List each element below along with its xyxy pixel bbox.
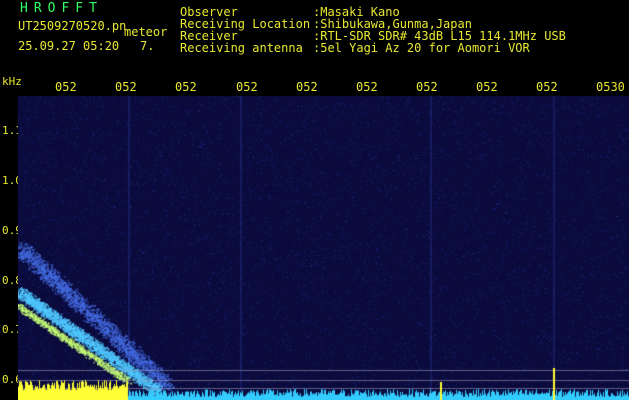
x-tick: 052 xyxy=(536,80,558,94)
antenna-label: Receiving antenna xyxy=(180,41,303,55)
x-tick: 052 xyxy=(416,80,438,94)
x-tick: 052 xyxy=(476,80,498,94)
subtitle: meteor xyxy=(124,25,168,39)
x-tick: 0530 xyxy=(596,80,625,94)
antenna-value: :5el Yagi Az 20 for Aomori VOR xyxy=(313,41,530,55)
app-brand: HROFFT xyxy=(20,1,103,16)
x-tick: 052 xyxy=(115,80,137,94)
y-axis-unit: kHz xyxy=(2,75,22,88)
file-name: UT2509270520.pn xyxy=(18,19,127,33)
x-tick: 052 xyxy=(55,80,77,94)
spectrogram-canvas xyxy=(18,96,629,400)
x-tick: 052 xyxy=(175,80,197,94)
count: 7. xyxy=(140,39,155,53)
x-tick: 052 xyxy=(296,80,318,94)
x-tick: 052 xyxy=(236,80,258,94)
timestamp: 25.09.27 05:20 xyxy=(18,39,120,53)
x-tick: 052 xyxy=(356,80,378,94)
